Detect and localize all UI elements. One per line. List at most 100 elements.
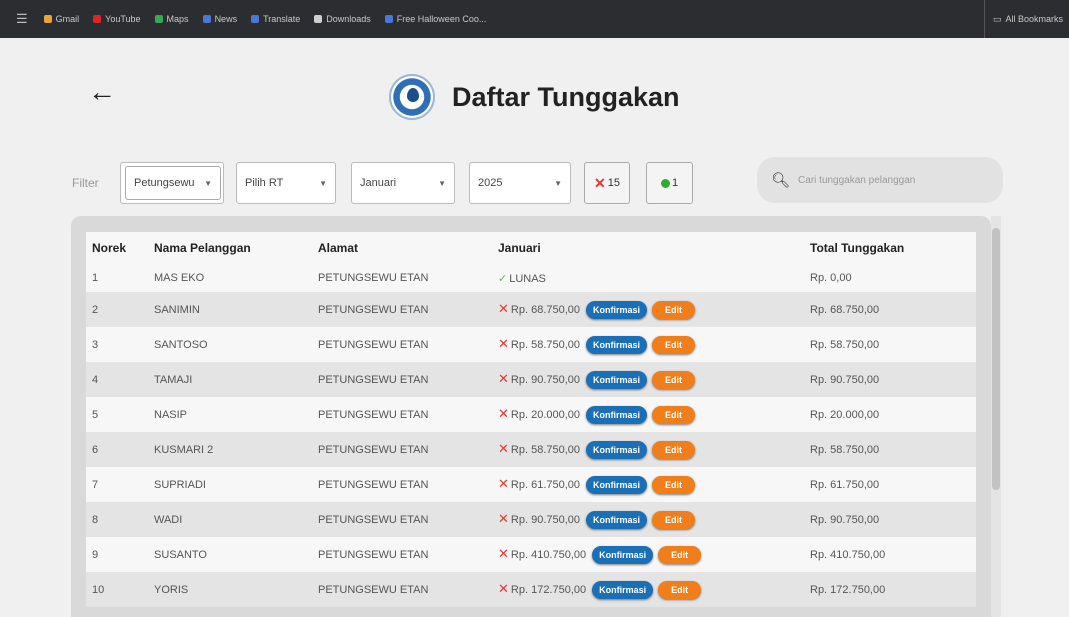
confirm-button[interactable]: Konfirmasi	[586, 440, 648, 459]
month-status-cell: ✕ Rp. 58.750,00 Konfirmasi Edit	[492, 432, 804, 467]
total-arrears-cell: Rp. 58.750,00	[810, 338, 880, 351]
bookmark-item[interactable]: YouTube	[93, 14, 141, 24]
edit-button[interactable]: Edit	[658, 580, 702, 599]
check-circle-icon	[660, 178, 670, 188]
edit-button[interactable]: Edit	[652, 370, 696, 389]
unpaid-icon: ✕	[498, 405, 509, 421]
paid-count-badge[interactable]: 1	[646, 162, 693, 204]
table-row: 8 WADI PETUNGSEWU ETAN ✕ Rp. 90.750,00 Konfir…	[86, 502, 976, 537]
all-bookmarks-button[interactable]: ▭ All Bookmarks	[983, 0, 1063, 38]
month-status-cell: ✕ Rp. 90.750,00 Konfirmasi Edit	[492, 502, 804, 537]
chevron-down-icon: ▼	[554, 178, 562, 188]
edit-button[interactable]: Edit	[652, 475, 696, 494]
back-arrow-icon[interactable]: ←	[88, 78, 116, 106]
search-box[interactable]: 🔍︎	[757, 157, 1003, 203]
arrears-table-card: Norek Nama Pelanggan Alamat Januari Tota…	[71, 216, 991, 617]
edit-button[interactable]: Edit	[652, 405, 696, 424]
total-arrears-cell: Rp. 0,00	[810, 272, 852, 284]
unpaid-icon: ✕	[498, 510, 509, 526]
unpaid-amount: Rp. 61.750,00	[510, 478, 581, 491]
unpaid-count-badge[interactable]: ✕ 15	[584, 162, 630, 204]
bookmark-item[interactable]: Free Halloween Coo...	[384, 14, 486, 24]
name-cell: YORIS	[154, 583, 189, 596]
address-cell: PETUNGSEWU ETAN	[318, 513, 429, 526]
column-header-total: Total Tunggakan	[810, 241, 905, 255]
year-select-value: 2025	[478, 177, 503, 189]
bookmark-label: News	[214, 14, 238, 24]
unpaid-amount: Rp. 68.750,00	[510, 303, 581, 316]
water-drop-icon	[407, 88, 419, 102]
name-cell: SANTOSO	[154, 338, 208, 351]
address-cell: PETUNGSEWU ETAN	[318, 272, 429, 284]
search-input[interactable]	[798, 174, 979, 186]
address-cell: PETUNGSEWU ETAN	[318, 303, 429, 316]
bookmark-item[interactable]: Gmail	[43, 14, 79, 24]
table-row: 10 YORIS PETUNGSEWU ETAN ✕ Rp. 172.750,00 Kon…	[86, 572, 976, 607]
column-header-norek: Norek	[92, 241, 127, 255]
confirm-button[interactable]: Konfirmasi	[586, 370, 648, 389]
month-status-cell: ✕ Rp. 68.750,00 Konfirmasi Edit	[492, 292, 804, 327]
name-cell: NASIP	[154, 408, 188, 421]
bookmark-icon	[384, 15, 393, 23]
rt-select[interactable]: Pilih RT ▼	[236, 162, 336, 204]
total-arrears-cell: Rp. 90.750,00	[810, 513, 880, 526]
total-arrears-cell: Rp. 58.750,00	[810, 443, 880, 456]
confirm-button[interactable]: Konfirmasi	[586, 510, 648, 529]
scrollbar-thumb[interactable]	[992, 228, 1000, 490]
table-row: 1 MAS EKO PETUNGSEWU ETAN ✓ LUNAS Rp. 0,00	[86, 264, 976, 292]
confirm-button[interactable]: Konfirmasi	[586, 405, 648, 424]
bookmark-item[interactable]: News	[202, 14, 238, 24]
total-arrears-cell: Rp. 61.750,00	[810, 478, 880, 491]
address-cell: PETUNGSEWU ETAN	[318, 373, 429, 386]
edit-button[interactable]: Edit	[652, 300, 696, 319]
bookmark-label: YouTube	[105, 14, 141, 24]
column-header-address: Alamat	[318, 241, 359, 255]
column-header-name: Nama Pelanggan	[154, 241, 251, 255]
table-row: 4 TAMAJI PETUNGSEWU ETAN ✕ Rp. 90.750,00 Konf…	[86, 362, 976, 397]
table-row: 6 KUSMARI 2 PETUNGSEWU ETAN ✕ Rp. 58.750,00 K…	[86, 432, 976, 467]
edit-button[interactable]: Edit	[652, 335, 696, 354]
name-cell: SANIMIN	[154, 303, 200, 316]
address-cell: PETUNGSEWU ETAN	[318, 548, 429, 561]
norek-cell: 6	[92, 443, 99, 456]
unpaid-icon: ✕	[498, 370, 509, 386]
confirm-button[interactable]: Konfirmasi	[592, 580, 654, 599]
youtube-icon	[93, 15, 102, 23]
address-cell: PETUNGSEWU ETAN	[318, 443, 429, 456]
table-row: 3 SANTOSO PETUNGSEWU ETAN ✕ Rp. 58.750,00 Kon…	[86, 327, 976, 362]
address-cell: PETUNGSEWU ETAN	[318, 583, 429, 596]
bookmark-item[interactable]: Translate	[251, 14, 300, 24]
paid-count: 1	[671, 177, 679, 189]
unpaid-icon: ✕	[498, 335, 509, 351]
confirm-button[interactable]: Konfirmasi	[586, 335, 648, 354]
unpaid-amount: Rp. 58.750,00	[510, 338, 581, 351]
year-select[interactable]: 2025 ▼	[469, 162, 571, 204]
confirm-button[interactable]: Konfirmasi	[586, 475, 648, 494]
norek-cell: 4	[92, 373, 99, 386]
bookmark-item[interactable]: Downloads	[314, 14, 371, 24]
apps-menu-icon[interactable]: ☰	[16, 11, 28, 27]
bookmark-item[interactable]: Maps	[154, 14, 189, 24]
dusun-select[interactable]: Petungsewu ▼	[125, 166, 221, 200]
bookmark-label: Maps	[166, 14, 189, 24]
confirm-button[interactable]: Konfirmasi	[592, 545, 654, 564]
unpaid-amount: Rp. 172.750,00	[510, 583, 587, 596]
norek-cell: 3	[92, 338, 99, 351]
name-cell: SUSANTO	[154, 548, 207, 561]
table-scrollbar[interactable]	[991, 216, 1001, 617]
all-bookmarks-label: All Bookmarks	[1005, 14, 1063, 24]
edit-button[interactable]: Edit	[652, 440, 696, 459]
bookmark-label: Translate	[263, 14, 301, 24]
total-arrears-cell: Rp. 68.750,00	[810, 303, 880, 316]
name-cell: TAMAJI	[154, 373, 193, 386]
norek-cell: 8	[92, 513, 99, 526]
unpaid-icon: ✕	[498, 300, 509, 316]
unpaid-amount: Rp. 410.750,00	[510, 548, 587, 561]
table-body: 1 MAS EKO PETUNGSEWU ETAN ✓ LUNAS Rp. 0,00 2 SA…	[86, 264, 976, 607]
edit-button[interactable]: Edit	[658, 545, 702, 564]
edit-button[interactable]: Edit	[652, 510, 696, 529]
confirm-button[interactable]: Konfirmasi	[586, 300, 648, 319]
news-icon	[202, 15, 211, 23]
month-select[interactable]: Januari ▼	[351, 162, 455, 204]
bookmarks-bar: ☰ Gmail YouTube Maps News Translate Downloads…	[0, 0, 1069, 38]
